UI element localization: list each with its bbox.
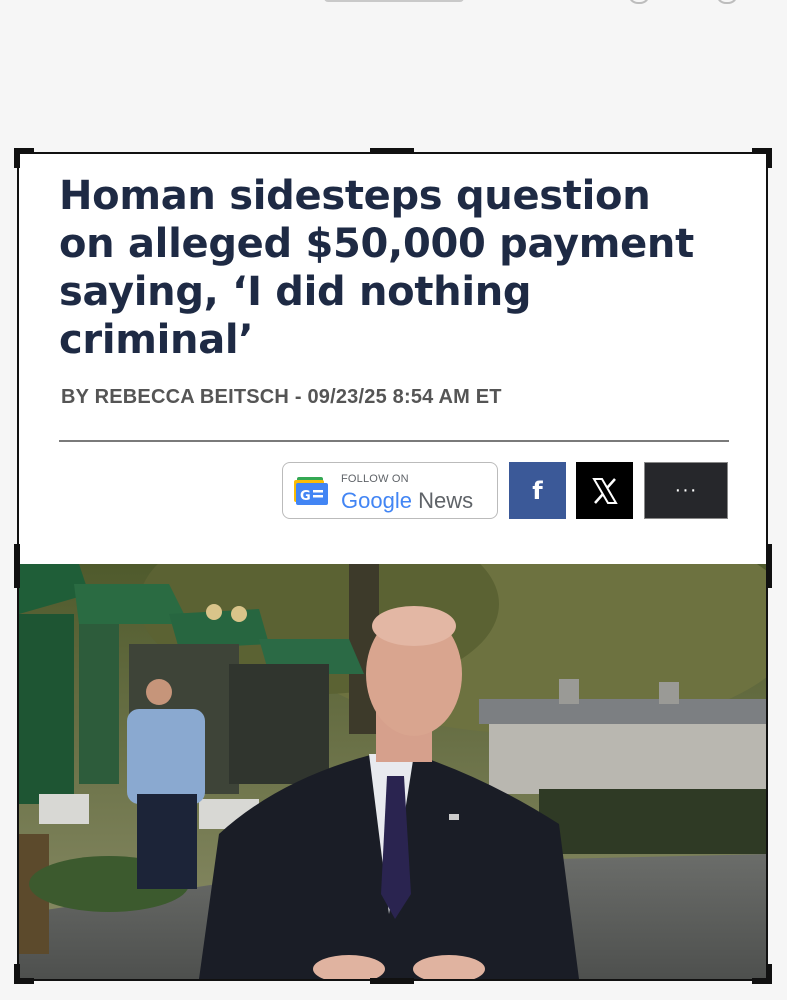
crop-handle-top-right[interactable] xyxy=(766,148,772,168)
svg-text:G: G xyxy=(300,489,311,504)
facebook-icon: f xyxy=(532,476,543,505)
news-text: News xyxy=(418,488,474,513)
facebook-share-button[interactable]: f xyxy=(509,462,566,519)
crop-handle-left[interactable] xyxy=(14,544,20,588)
article-headline: Homan sidesteps question on alleged $50,… xyxy=(59,173,694,363)
crop-frame[interactable]: Homan sidesteps question on alleged $50,… xyxy=(17,152,768,981)
google-news-label: Google News xyxy=(341,488,473,514)
google-news-follow-text: FOLLOW ON xyxy=(341,473,409,485)
google-wordmark: Google xyxy=(341,488,412,513)
more-icon: ··· xyxy=(674,479,698,501)
x-share-button[interactable] xyxy=(576,462,633,519)
more-share-button[interactable]: ··· xyxy=(644,462,728,519)
crop-handle-bottom-right[interactable] xyxy=(766,964,772,984)
crop-handle-bottom-left[interactable] xyxy=(14,964,20,984)
google-news-icon: G xyxy=(294,477,328,505)
divider xyxy=(59,440,729,442)
article-card: Homan sidesteps question on alleged $50,… xyxy=(19,154,766,564)
crop-handle-top[interactable] xyxy=(370,148,414,154)
photo-image xyxy=(19,564,766,979)
crop-handle-bottom[interactable] xyxy=(370,978,414,984)
crop-handle-top-left[interactable] xyxy=(14,148,20,168)
article-photo xyxy=(19,564,766,979)
status-bar-pill xyxy=(324,0,464,2)
status-bar-icon xyxy=(716,0,738,4)
status-bar-icon xyxy=(628,0,650,4)
x-icon xyxy=(591,477,618,504)
google-news-follow-button[interactable]: G FOLLOW ON Google News xyxy=(282,462,498,519)
crop-handle-right[interactable] xyxy=(766,544,772,588)
article-byline: BY REBECCA BEITSCH - 09/23/25 8:54 AM ET xyxy=(61,386,502,408)
